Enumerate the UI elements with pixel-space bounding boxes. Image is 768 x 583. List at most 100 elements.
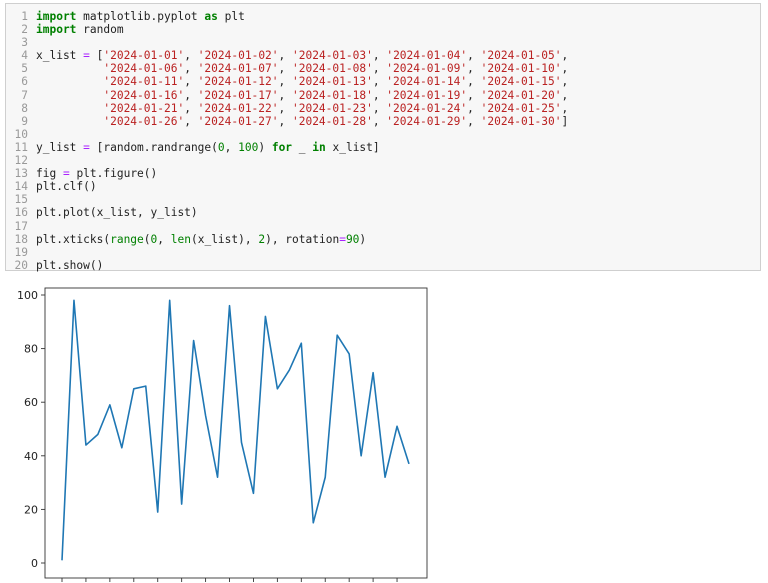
- code-token: y_list: [36, 140, 84, 154]
- line-number: 12: [14, 154, 28, 168]
- code-token: ): [258, 140, 272, 154]
- code-token: in: [312, 140, 326, 154]
- code-line: 10: [6, 128, 568, 141]
- code-token: range: [110, 232, 144, 246]
- code-token: '2024-01-07': [197, 62, 279, 76]
- code-token: '2024-01-13': [291, 75, 373, 89]
- line-number: 18: [14, 232, 28, 246]
- code-token: plt.xticks(: [36, 232, 111, 246]
- code-line: 3: [6, 36, 568, 49]
- code-line: 19: [6, 246, 568, 259]
- code-line: 9 '2024-01-26', '2024-01-27', '2024-01-2…: [6, 115, 568, 128]
- code-token: '2024-01-23': [291, 101, 373, 115]
- code-token: (x_list),: [190, 232, 259, 246]
- code-line: 18 plt.xticks(range(0, len(x_list), 2), r…: [6, 233, 568, 246]
- code-token: '2024-01-05': [480, 49, 562, 63]
- code-token: '2024-01-08': [291, 62, 373, 76]
- line-number: 3: [21, 36, 28, 50]
- y-tick-label: 20: [24, 503, 38, 516]
- line-number: 14: [14, 180, 28, 194]
- code-token: '2024-01-28': [291, 114, 373, 128]
- line-number: 13: [14, 167, 28, 181]
- line-chart: 0 20 40 60 80 100: [17, 287, 428, 582]
- code-token: '2024-01-12': [197, 75, 279, 89]
- code-line: 12: [6, 154, 568, 167]
- code-token: ,: [561, 88, 569, 102]
- y-tick-label: 0: [31, 557, 38, 570]
- code-token: '2024-01-26': [103, 114, 185, 128]
- code-token: ,: [278, 114, 292, 128]
- code-token: ,: [561, 75, 569, 89]
- code-token: '2024-01-27': [197, 114, 279, 128]
- code-token: ,: [278, 62, 292, 76]
- code-token: x_list: [36, 49, 84, 63]
- code-token: '2024-01-03': [292, 49, 373, 63]
- code-token: ,: [561, 62, 569, 76]
- y-tick-label: 40: [24, 450, 38, 463]
- line-number: 19: [14, 245, 28, 259]
- code-token: ,: [467, 62, 481, 76]
- code-token: ,: [184, 75, 198, 89]
- code-token: '2024-01-16': [103, 88, 185, 102]
- line-number: 17: [14, 219, 28, 233]
- code-token: 0: [217, 140, 225, 154]
- code-token: ), rotation: [265, 232, 340, 246]
- code-token: ,: [157, 232, 171, 246]
- code-token: ,: [224, 140, 239, 154]
- code-token: ,: [184, 101, 198, 115]
- code-token: [: [89, 49, 104, 63]
- code-line: 14 plt.clf(): [6, 180, 568, 193]
- code-token: random: [76, 23, 124, 37]
- line-number: 2: [21, 23, 28, 37]
- code-line: 2 import random: [6, 23, 568, 36]
- code-token: 100: [238, 140, 259, 154]
- code-cell[interactable]: 1 import matplotlib.pyplot as plt 2 import …: [5, 3, 761, 272]
- code-token: ,: [372, 101, 387, 115]
- code-token: '2024-01-04': [386, 49, 468, 63]
- code-token: '2024-01-20': [480, 88, 562, 102]
- code-token: as: [204, 10, 218, 23]
- code-token: ,: [184, 49, 198, 63]
- code-token: '2024-01-18': [291, 88, 373, 102]
- code-token: matplotlib.pyplot: [76, 10, 205, 23]
- line-number: 6: [21, 75, 28, 89]
- code-token: '2024-01-19': [386, 88, 468, 102]
- code-token: '2024-01-10': [480, 62, 562, 76]
- code-token: ,: [184, 62, 198, 76]
- code-editor[interactable]: 1 import matplotlib.pyplot as plt 2 import …: [6, 10, 569, 272]
- code-token: '2024-01-17': [197, 88, 279, 102]
- code-token: ,: [467, 101, 481, 115]
- code-token: ,: [278, 88, 292, 102]
- code-token: ,: [372, 62, 387, 76]
- code-token: len: [170, 232, 191, 246]
- code-token: ,: [372, 75, 387, 89]
- code-line: 7 '2024-01-16', '2024-01-17', '2024-01-1…: [6, 89, 568, 102]
- code-token: x_list]: [325, 140, 380, 154]
- code-token: '2024-01-09': [386, 62, 468, 76]
- code-token: '2024-01-01': [103, 49, 185, 63]
- axes-frame: [44, 287, 428, 579]
- line-number: 9: [21, 114, 28, 128]
- code-token: ,: [467, 88, 481, 102]
- code-token: ,: [278, 75, 292, 89]
- code-token: plt.figure(): [69, 167, 158, 181]
- code-token: ,: [561, 101, 569, 115]
- code-line: 5 '2024-01-06', '2024-01-07', '2024-01-0…: [6, 62, 568, 75]
- code-line: 17: [6, 220, 568, 233]
- y-tick-label: 60: [24, 396, 38, 409]
- code-token: (: [143, 232, 151, 246]
- code-token: ,: [372, 49, 387, 63]
- code-token: plt: [217, 10, 245, 23]
- line-number: 4: [21, 49, 28, 63]
- code-token: ,: [184, 88, 198, 102]
- code-line: 15: [6, 193, 568, 206]
- code-token: =: [83, 49, 90, 63]
- code-line: 11 y_list = [random.randrange(0, 100) for…: [6, 141, 568, 154]
- code-line: 4 x_list = ['2024-01-01', '2024-01-02', '…: [6, 49, 568, 62]
- code-token: '2024-01-15': [480, 75, 562, 89]
- code-token: ,: [467, 49, 481, 63]
